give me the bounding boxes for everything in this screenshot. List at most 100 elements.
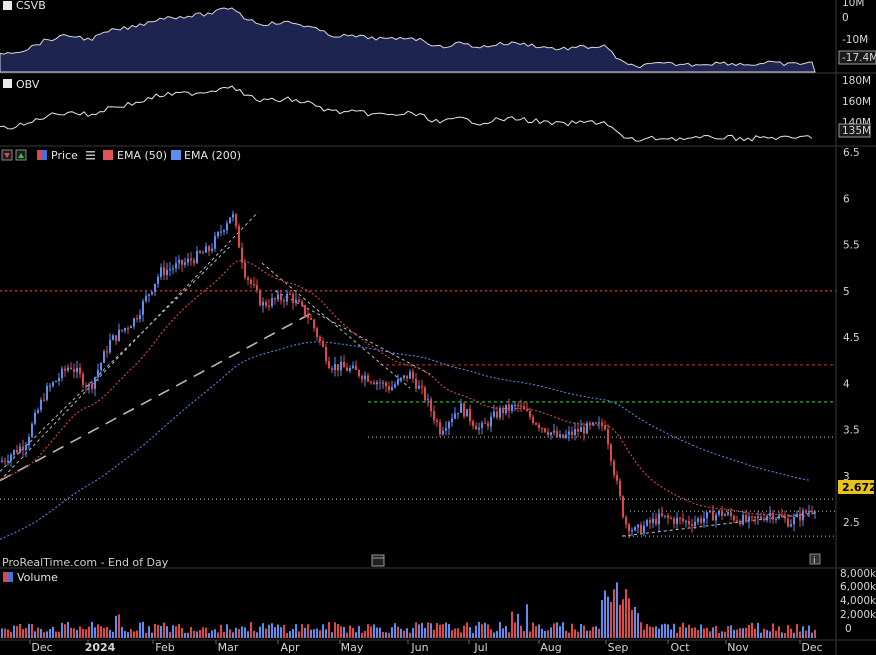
- volume-bar: [247, 631, 249, 638]
- volume-tick: 4,000k: [840, 595, 876, 607]
- candle-body: [454, 413, 456, 419]
- volume-bar: [43, 632, 45, 638]
- candle-body: [805, 510, 807, 513]
- obv-tick: 160M: [842, 96, 871, 108]
- volume-bar: [472, 633, 474, 638]
- volume-bar: [208, 633, 210, 638]
- volume-bar: [376, 627, 378, 638]
- candle-body: [226, 223, 228, 231]
- candle-body: [751, 516, 753, 518]
- volume-bar: [82, 628, 84, 638]
- volume-bar: [301, 624, 303, 638]
- candle-body: [448, 422, 450, 429]
- volume-bar: [160, 625, 162, 638]
- info-icon[interactable]: i: [809, 553, 821, 566]
- candle-body: [565, 434, 567, 438]
- obv-label: OBV: [16, 78, 40, 91]
- candle-body: [325, 346, 327, 362]
- candle-body: [688, 520, 690, 525]
- volume-bar: [454, 628, 456, 638]
- candle-body: [580, 427, 582, 432]
- volume-bar: [604, 590, 606, 638]
- candle-body: [610, 444, 612, 462]
- legend-ema200[interactable]: EMA (200): [184, 149, 241, 162]
- volume-bar: [283, 624, 285, 638]
- candle-body: [328, 361, 330, 369]
- candle-body: [274, 298, 276, 300]
- candle-body: [382, 382, 384, 384]
- candle-body: [346, 367, 348, 371]
- candle-body: [463, 403, 465, 417]
- candle-body: [151, 291, 153, 295]
- candle-body: [664, 515, 666, 517]
- volume-bar: [742, 628, 744, 638]
- legend-price[interactable]: Price: [51, 149, 78, 162]
- candle-body: [205, 246, 207, 253]
- list-icon[interactable]: [86, 151, 95, 160]
- volume-bar: [565, 630, 567, 638]
- candle-body: [67, 367, 69, 371]
- candle-body: [574, 429, 576, 435]
- volume-bar: [610, 602, 612, 638]
- calendar-icon[interactable]: [371, 554, 385, 567]
- candle-body: [82, 373, 84, 386]
- volume-bar: [439, 624, 441, 638]
- candle-body: [376, 382, 378, 385]
- candle-body: [283, 300, 285, 302]
- candle-body: [562, 434, 564, 438]
- obv-panel: [0, 74, 836, 144]
- candle-body: [583, 427, 585, 434]
- volume-bar: [121, 627, 123, 638]
- volume-bar: [241, 626, 243, 638]
- candle-body: [694, 521, 696, 527]
- legend-ema50[interactable]: EMA (50): [117, 149, 167, 162]
- candle-body: [778, 515, 780, 519]
- candle-body: [595, 422, 597, 424]
- volume-bar: [751, 622, 753, 638]
- candle-body: [181, 259, 183, 265]
- candle-body: [757, 516, 759, 518]
- csvb-label: CSVB: [16, 0, 46, 12]
- volume-bar: [79, 626, 81, 638]
- candle-body: [457, 412, 459, 414]
- candle-body: [103, 351, 105, 363]
- volume-bar: [343, 627, 345, 638]
- csvb-tick: 0: [842, 12, 849, 24]
- candle-body: [451, 418, 453, 423]
- volume-bar: [535, 626, 537, 638]
- candle-body: [142, 301, 144, 315]
- candle-body: [412, 371, 414, 379]
- candle-body: [52, 382, 54, 386]
- volume-bar: [409, 632, 411, 638]
- candle-body: [349, 368, 351, 371]
- candle-body: [304, 305, 306, 316]
- candle-body: [13, 449, 15, 455]
- candle-body: [160, 267, 162, 277]
- candle-body: [724, 514, 726, 516]
- candle-body: [781, 515, 783, 517]
- volume-bar: [40, 628, 42, 638]
- volume-bar: [337, 624, 339, 638]
- volume-bar: [568, 632, 570, 638]
- candle-body: [616, 475, 618, 481]
- candle-body: [331, 368, 333, 370]
- volume-bar: [28, 623, 30, 638]
- volume-bar: [37, 627, 39, 638]
- volume-bar: [331, 632, 333, 638]
- candle-body: [424, 387, 426, 401]
- candle-body: [112, 335, 114, 340]
- candle-body: [799, 513, 801, 521]
- volume-bar: [196, 631, 198, 638]
- volume-bar: [730, 625, 732, 638]
- volume-bar: [727, 626, 729, 638]
- volume-bar: [130, 629, 132, 638]
- month-label: Jul: [473, 641, 487, 654]
- volume-bar: [796, 624, 798, 638]
- volume-bar: [19, 623, 21, 638]
- volume-bar: [724, 631, 726, 638]
- volume-bar: [739, 628, 741, 638]
- candle-body: [433, 411, 435, 421]
- candle-body: [109, 339, 111, 353]
- volume-bar: [361, 632, 363, 638]
- volume-bar: [259, 626, 261, 638]
